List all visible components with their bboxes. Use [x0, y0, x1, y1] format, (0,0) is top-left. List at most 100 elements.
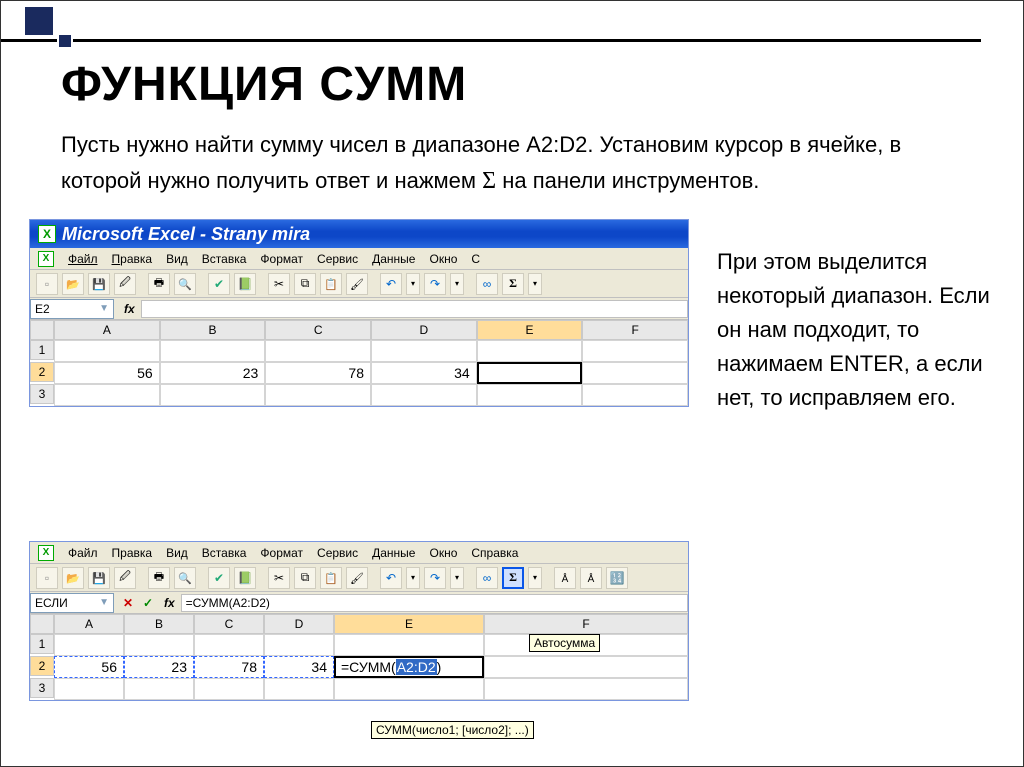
format-painter-icon[interactable]: [346, 273, 368, 295]
hyperlink-icon[interactable]: [476, 567, 498, 589]
spell-icon[interactable]: [208, 567, 230, 589]
copy-icon[interactable]: [294, 273, 316, 295]
save-icon[interactable]: [88, 273, 110, 295]
copy-icon[interactable]: [294, 567, 316, 589]
menu-edit[interactable]: Правка: [112, 546, 153, 560]
name-box[interactable]: E2 ▼: [30, 299, 114, 319]
cell-E3[interactable]: [334, 678, 484, 700]
col-header-E[interactable]: E: [334, 614, 484, 634]
new-icon[interactable]: [36, 567, 58, 589]
cell-D3[interactable]: [264, 678, 334, 700]
cell-E3[interactable]: [477, 384, 583, 406]
col-header-A[interactable]: A: [54, 614, 124, 634]
sort-asc-icon[interactable]: [554, 567, 576, 589]
new-icon[interactable]: [36, 273, 58, 295]
cell-D2-marquee[interactable]: 34: [264, 656, 334, 678]
menu-format[interactable]: Формат: [260, 546, 303, 560]
redo-dropdown-icon[interactable]: ▾: [450, 567, 464, 589]
spreadsheet-grid[interactable]: A B C D E F 1 2 56 23 78 34 3: [30, 320, 688, 406]
preview-icon[interactable]: [174, 567, 196, 589]
cell-A3[interactable]: [54, 384, 160, 406]
research-icon[interactable]: 📗: [234, 567, 256, 589]
redo-icon[interactable]: [424, 273, 446, 295]
cell-C2[interactable]: 78: [265, 362, 371, 384]
paste-icon[interactable]: [320, 567, 342, 589]
fx-icon[interactable]: fx: [158, 596, 181, 610]
row-header-1[interactable]: 1: [30, 634, 54, 654]
autosum-icon[interactable]: Σ: [502, 273, 524, 295]
cell-B2-marquee[interactable]: 23: [124, 656, 194, 678]
menu-window[interactable]: Окно: [429, 252, 457, 266]
cell-A2-marquee[interactable]: 56: [54, 656, 124, 678]
cell-D1[interactable]: [371, 340, 477, 362]
menu-window[interactable]: Окно: [429, 546, 457, 560]
formula-bar[interactable]: [141, 300, 688, 318]
save-icon[interactable]: [88, 567, 110, 589]
menu-view[interactable]: Вид: [166, 252, 188, 266]
sort-desc-icon[interactable]: [580, 567, 602, 589]
autosum-dropdown-icon[interactable]: ▾: [528, 273, 542, 295]
fx-icon[interactable]: fx: [118, 302, 141, 316]
paste-icon[interactable]: [320, 273, 342, 295]
cell-F1[interactable]: [582, 340, 688, 362]
menu-file[interactable]: Файл: [68, 546, 98, 560]
row-header-3[interactable]: 3: [30, 678, 54, 698]
cell-B1[interactable]: [124, 634, 194, 656]
print-icon[interactable]: [148, 567, 170, 589]
cell-E1[interactable]: [477, 340, 583, 362]
undo-dropdown-icon[interactable]: ▾: [406, 273, 420, 295]
permission-icon[interactable]: [114, 567, 136, 589]
col-header-F[interactable]: F: [484, 614, 688, 634]
cell-C1[interactable]: [194, 634, 264, 656]
cell-B3[interactable]: [160, 384, 266, 406]
row-header-2[interactable]: 2: [30, 656, 54, 676]
select-all-corner[interactable]: [30, 320, 54, 340]
open-icon[interactable]: [62, 273, 84, 295]
autosum-icon-active[interactable]: Σ: [502, 567, 524, 589]
spreadsheet-grid[interactable]: A B C D E F 1 2 56 23 78 34 =СУММ(A2:D2)…: [30, 614, 688, 700]
col-header-B[interactable]: B: [160, 320, 266, 340]
print-icon[interactable]: [148, 273, 170, 295]
undo-icon[interactable]: [380, 567, 402, 589]
cell-D1[interactable]: [264, 634, 334, 656]
col-header-E[interactable]: E: [477, 320, 583, 340]
chevron-down-icon[interactable]: ▼: [99, 303, 109, 314]
menu-bar[interactable]: X Файл Правка Вид Вставка Формат Сервис …: [30, 248, 688, 270]
spell-icon[interactable]: [208, 273, 230, 295]
cell-B3[interactable]: [124, 678, 194, 700]
menu-format[interactable]: Формат: [260, 252, 303, 266]
cell-F2[interactable]: [484, 656, 688, 678]
col-header-B[interactable]: B: [124, 614, 194, 634]
cell-C3[interactable]: [265, 384, 371, 406]
open-icon[interactable]: [62, 567, 84, 589]
redo-icon[interactable]: [424, 567, 446, 589]
cell-C1[interactable]: [265, 340, 371, 362]
cell-D3[interactable]: [371, 384, 477, 406]
cell-A2[interactable]: 56: [54, 362, 160, 384]
col-header-D[interactable]: D: [264, 614, 334, 634]
cell-F2[interactable]: [582, 362, 688, 384]
menu-insert[interactable]: Вставка: [202, 252, 247, 266]
permission-icon[interactable]: [114, 273, 136, 295]
cell-B1[interactable]: [160, 340, 266, 362]
cell-C2-marquee[interactable]: 78: [194, 656, 264, 678]
menu-data[interactable]: Данные: [372, 252, 415, 266]
row-header-2[interactable]: 2: [30, 362, 54, 382]
autosum-dropdown-icon[interactable]: ▾: [528, 567, 542, 589]
cell-E2-selected[interactable]: [477, 362, 583, 384]
menu-tools[interactable]: Сервис: [317, 546, 358, 560]
menu-view[interactable]: Вид: [166, 546, 188, 560]
cell-F3[interactable]: [582, 384, 688, 406]
row-header-3[interactable]: 3: [30, 384, 54, 404]
menu-tools[interactable]: Сервис: [317, 252, 358, 266]
cell-A1[interactable]: [54, 634, 124, 656]
cell-B2[interactable]: 23: [160, 362, 266, 384]
cell-D2[interactable]: 34: [371, 362, 477, 384]
preview-icon[interactable]: [174, 273, 196, 295]
cell-E1[interactable]: [334, 634, 484, 656]
formula-enter-icon[interactable]: ✓: [140, 595, 156, 611]
cell-C3[interactable]: [194, 678, 264, 700]
menu-insert[interactable]: Вставка: [202, 546, 247, 560]
cell-A3[interactable]: [54, 678, 124, 700]
cut-icon[interactable]: [268, 273, 290, 295]
